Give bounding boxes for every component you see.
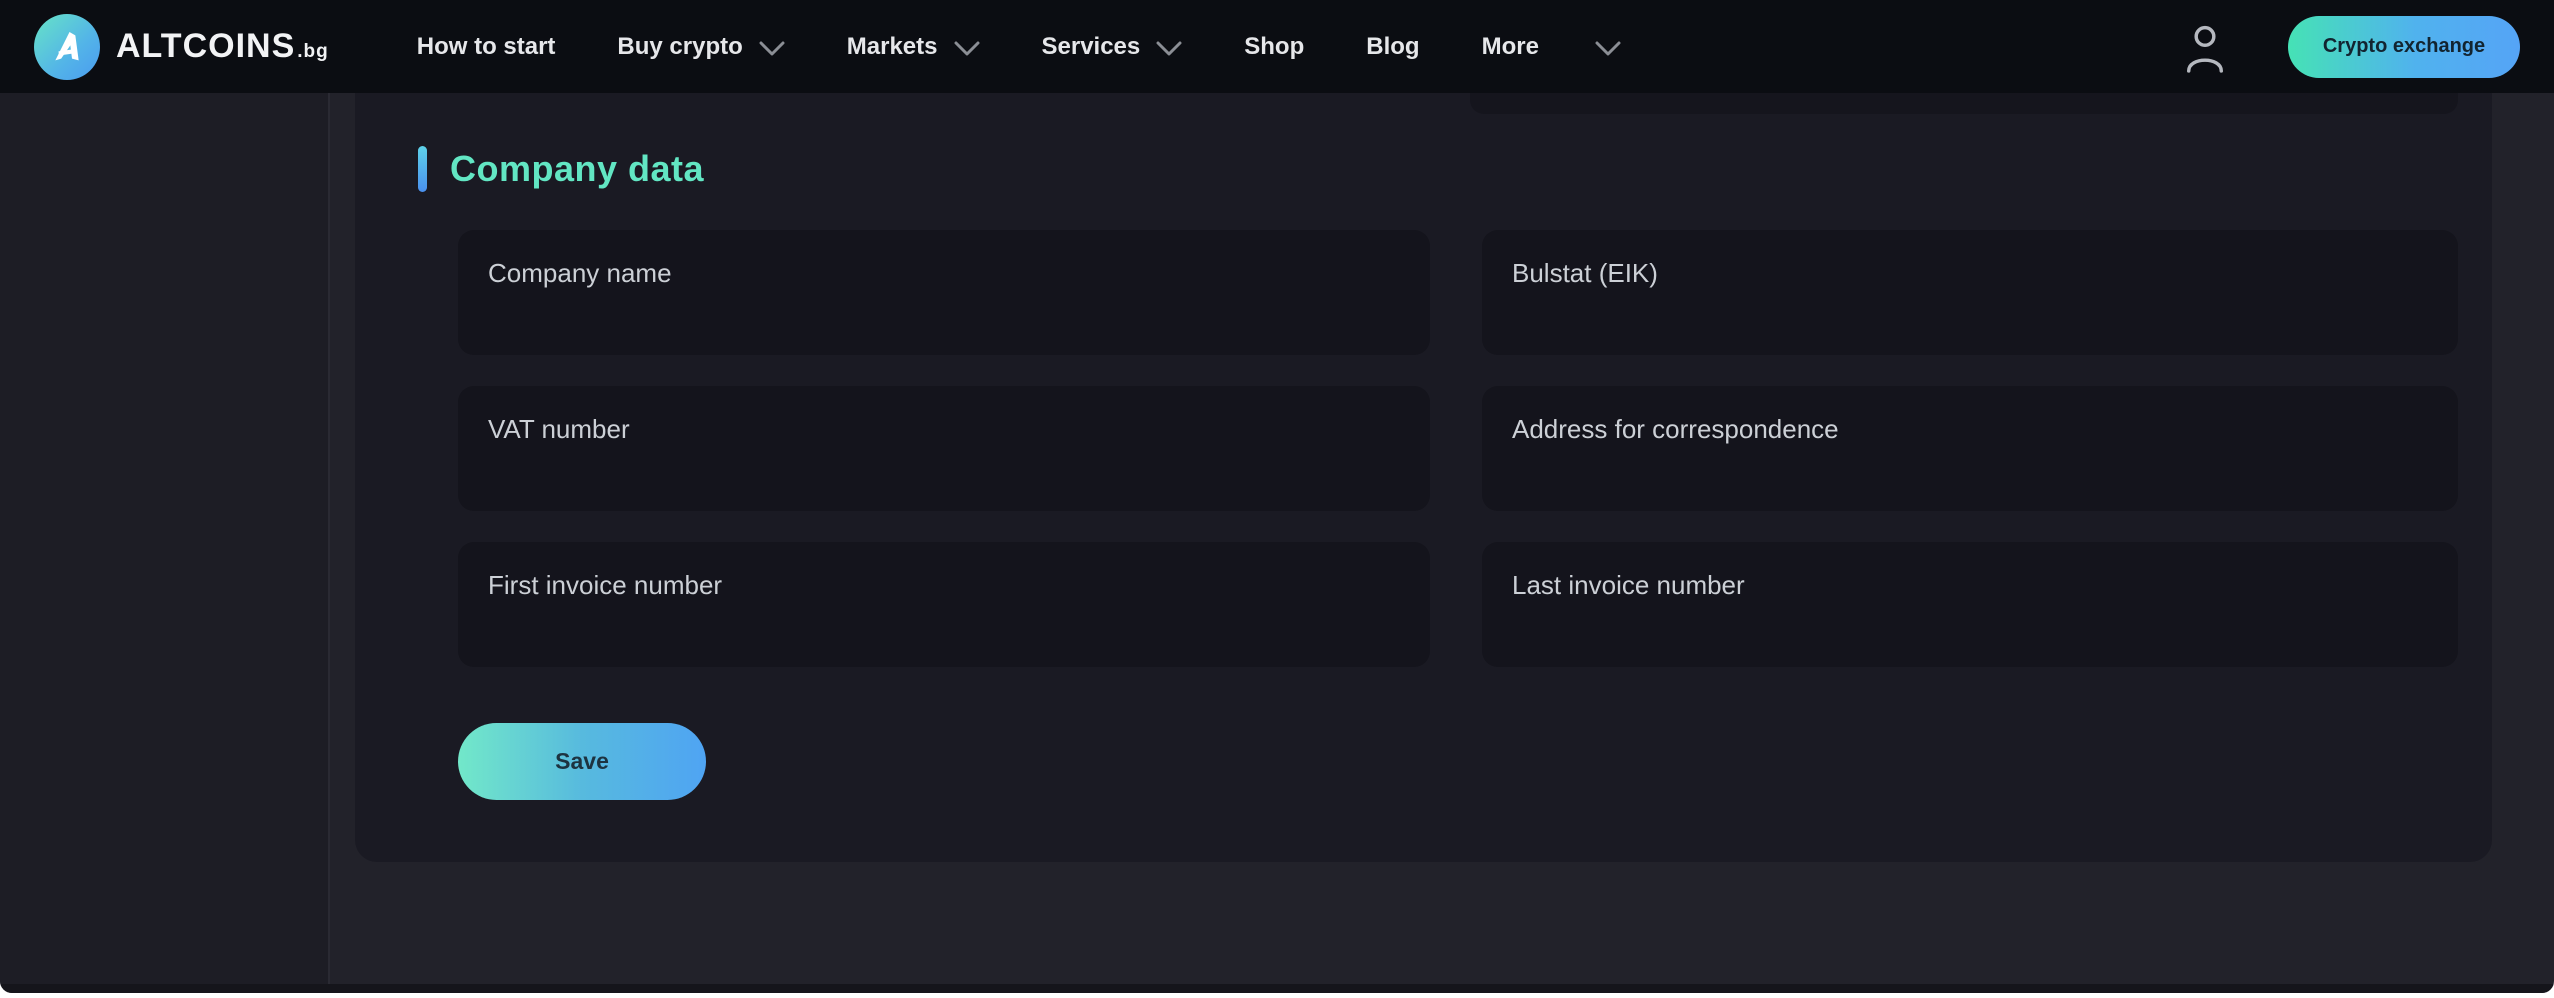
- first-invoice-number-field[interactable]: First invoice number: [458, 542, 1430, 667]
- nav-item-buy-crypto[interactable]: Buy crypto: [617, 32, 785, 61]
- last-invoice-number-field[interactable]: Last invoice number: [1482, 542, 2458, 667]
- account-button[interactable]: [2182, 21, 2228, 73]
- brand-name: ALTCOINS .bg: [116, 27, 329, 66]
- nav-item-label: Services: [1041, 32, 1141, 60]
- brand-name-main: ALTCOINS: [116, 27, 296, 65]
- chevron-down-icon: [954, 41, 979, 55]
- user-icon: [2186, 25, 2224, 73]
- nav-item-more[interactable]: More: [1482, 33, 1621, 61]
- nav-item-blog[interactable]: Blog: [1366, 33, 1419, 61]
- nav-item-label: More: [1481, 32, 1539, 60]
- chevron-down-icon: [1156, 41, 1182, 55]
- page-title: Company data: [450, 148, 705, 189]
- save-button[interactable]: Save: [458, 723, 706, 800]
- field-label: First invoice number: [488, 570, 723, 600]
- crypto-exchange-button[interactable]: Crypto exchange: [2288, 15, 2520, 78]
- vat-number-field[interactable]: VAT number: [458, 386, 1430, 511]
- address-correspondence-field[interactable]: Address for correspondence: [1482, 386, 2458, 511]
- nav-item-markets[interactable]: Markets: [847, 33, 980, 61]
- chevron-down-icon: [1595, 41, 1621, 55]
- nav-item-how-to-start[interactable]: How to start: [417, 33, 556, 61]
- nav-item-label: Blog: [1366, 32, 1420, 60]
- brand-logo[interactable]: ALTCOINS .bg: [34, 13, 329, 80]
- nav-item-label: How to start: [416, 32, 556, 60]
- settings-sidebar: [0, 93, 330, 985]
- field-label: Bulstat (EIK): [1512, 258, 1658, 288]
- company-data-form: Company name Bulstat (EIK) VAT number Ad…: [458, 230, 2458, 667]
- chevron-down-icon: [759, 41, 785, 55]
- field-label: VAT number: [488, 414, 630, 444]
- nav-item-services[interactable]: Services: [1042, 33, 1183, 61]
- page-bottom-edge: [0, 984, 2554, 993]
- nav-item-label: Shop: [1244, 32, 1305, 60]
- section-heading: Company data: [418, 146, 704, 192]
- company-name-field[interactable]: Company name: [458, 230, 1430, 355]
- nav-item-label: Buy crypto: [617, 32, 743, 60]
- field-label: Company name: [488, 258, 672, 288]
- page-container: ALTCOINS .bg How to start Buy crypto Mar…: [0, 0, 2554, 993]
- top-navbar: ALTCOINS .bg How to start Buy crypto Mar…: [0, 0, 2554, 93]
- nav-menu: How to start Buy crypto Markets Services…: [417, 33, 1621, 61]
- field-label: Last invoice number: [1512, 570, 1745, 600]
- brand-name-tld: .bg: [297, 41, 329, 62]
- nav-item-shop[interactable]: Shop: [1244, 33, 1304, 61]
- previous-section-field-partial[interactable]: [1470, 93, 2458, 114]
- heading-accent-bar: [418, 146, 427, 192]
- nav-item-label: Markets: [846, 32, 938, 60]
- altcoins-logo-icon: [34, 13, 100, 80]
- bulstat-eik-field[interactable]: Bulstat (EIK): [1482, 230, 2458, 355]
- company-data-card: Company data Company name Bulstat (EIK) …: [355, 93, 2492, 862]
- field-label: Address for correspondence: [1512, 414, 1839, 444]
